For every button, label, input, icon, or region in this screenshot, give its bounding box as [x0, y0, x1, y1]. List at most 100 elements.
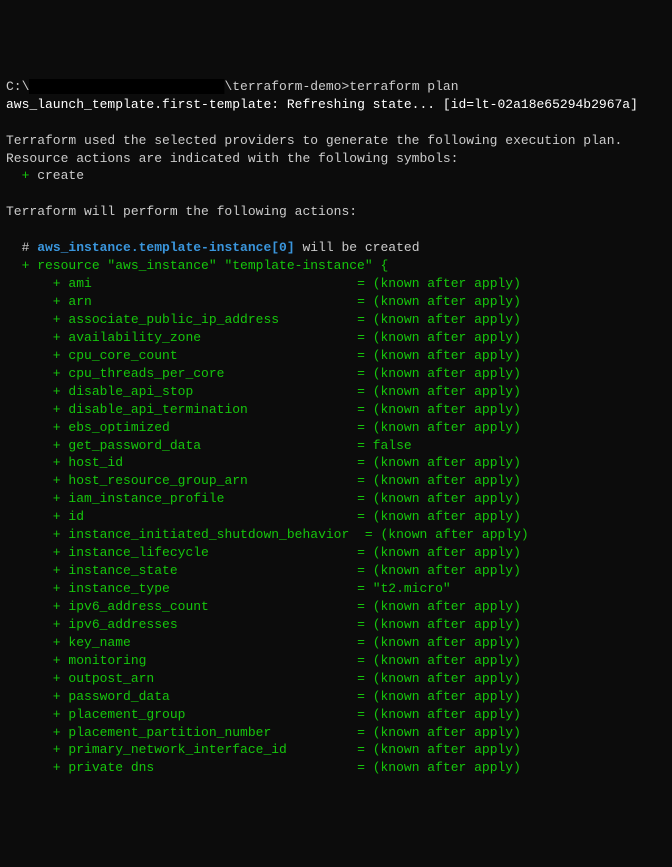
attribute-name: get_password_data: [68, 438, 349, 453]
plus-icon: +: [6, 402, 68, 417]
attribute-row: + instance_lifecycle = (known after appl…: [6, 544, 666, 562]
plus-icon: +: [6, 258, 29, 273]
attribute-value: (known after apply): [373, 599, 521, 614]
equals-sign: =: [349, 473, 372, 488]
equals-sign: =: [349, 455, 372, 470]
attribute-name: ipv6_address_count: [68, 599, 349, 614]
actions-header: Terraform will perform the following act…: [6, 203, 666, 221]
plus-icon: +: [6, 689, 68, 704]
attribute-value: (known after apply): [373, 725, 521, 740]
attribute-row: + availability_zone = (known after apply…: [6, 329, 666, 347]
attribute-row: + arn = (known after apply): [6, 293, 666, 311]
equals-sign: =: [349, 725, 372, 740]
plus-icon: +: [6, 563, 68, 578]
attribute-value: (known after apply): [373, 509, 521, 524]
attribute-row: + placement_group = (known after apply): [6, 706, 666, 724]
attribute-value: (known after apply): [373, 384, 521, 399]
attribute-row: + cpu_threads_per_core = (known after ap…: [6, 365, 666, 383]
attribute-row: + get_password_data = false: [6, 437, 666, 455]
resource-address: aws_instance.template-instance[0]: [37, 240, 294, 255]
attribute-row: + instance_initiated_shutdown_behavior =…: [6, 526, 666, 544]
attribute-value: "t2.micro": [373, 581, 451, 596]
attribute-name: cpu_threads_per_core: [68, 366, 349, 381]
attribute-row: + placement_partition_number = (known af…: [6, 724, 666, 742]
plus-icon: +: [6, 473, 68, 488]
equals-sign: =: [349, 742, 372, 757]
attribute-name: availability_zone: [68, 330, 349, 345]
refresh-resource: aws_launch_template.first-template: [6, 97, 271, 112]
attribute-value: (known after apply): [373, 366, 521, 381]
equals-sign: =: [349, 330, 372, 345]
equals-sign: =: [349, 760, 372, 775]
attribute-name: key_name: [68, 635, 349, 650]
attribute-name: iam_instance_profile: [68, 491, 349, 506]
attribute-value: (known after apply): [373, 689, 521, 704]
attribute-value: (known after apply): [373, 671, 521, 686]
attribute-value: (known after apply): [373, 617, 521, 632]
plus-icon: +: [6, 330, 68, 345]
redacted-path: █████████████████████████: [29, 79, 224, 94]
attribute-row: + ipv6_addresses = (known after apply): [6, 616, 666, 634]
equals-sign: =: [349, 402, 372, 417]
equals-sign: =: [349, 581, 372, 596]
legend-create: + create: [6, 167, 666, 185]
attribute-value: (known after apply): [373, 491, 521, 506]
attribute-name: cpu_core_count: [68, 348, 349, 363]
plus-icon: +: [6, 509, 68, 524]
equals-sign: =: [349, 653, 372, 668]
plus-icon: +: [6, 455, 68, 470]
attribute-row: + private dns = (known after apply): [6, 759, 666, 777]
equals-sign: =: [349, 420, 372, 435]
refresh-text: : Refreshing state... [id=lt-02a18e65294…: [271, 97, 638, 112]
attribute-name: outpost_arn: [68, 671, 349, 686]
attribute-name: placement_group: [68, 707, 349, 722]
attribute-row: + instance_state = (known after apply): [6, 562, 666, 580]
attribute-row: + ami = (known after apply): [6, 275, 666, 293]
refresh-state-line: aws_launch_template.first-template: Refr…: [6, 96, 666, 114]
attribute-name: instance_lifecycle: [68, 545, 349, 560]
attribute-value: (known after apply): [373, 545, 521, 560]
prompt-drive: C:\: [6, 79, 29, 94]
attribute-name: instance_state: [68, 563, 349, 578]
attribute-value: (known after apply): [373, 294, 521, 309]
equals-sign: =: [357, 527, 380, 542]
attribute-name: instance_initiated_shutdown_behavior: [68, 527, 357, 542]
attribute-value: (known after apply): [373, 330, 521, 345]
plus-icon: +: [6, 617, 68, 632]
prompt-path-suffix: \terraform-demo>: [224, 79, 349, 94]
attribute-row: + host_resource_group_arn = (known after…: [6, 472, 666, 490]
attribute-row: + outpost_arn = (known after apply): [6, 670, 666, 688]
resource-declaration: resource "aws_instance" "template-instan…: [29, 258, 388, 273]
attribute-value: (known after apply): [373, 760, 521, 775]
attribute-value: (known after apply): [373, 420, 521, 435]
attribute-row: + associate_public_ip_address = (known a…: [6, 311, 666, 329]
equals-sign: =: [349, 384, 372, 399]
plus-icon: +: [6, 599, 68, 614]
attribute-row: + cpu_core_count = (known after apply): [6, 347, 666, 365]
equals-sign: =: [349, 491, 372, 506]
command-text: terraform plan: [349, 79, 458, 94]
attribute-value: (known after apply): [373, 635, 521, 650]
equals-sign: =: [349, 671, 372, 686]
plus-icon: +: [6, 420, 68, 435]
plus-icon: +: [6, 760, 68, 775]
attribute-name: placement_partition_number: [68, 725, 349, 740]
attribute-name: disable_api_termination: [68, 402, 349, 417]
attribute-row: + ebs_optimized = (known after apply): [6, 419, 666, 437]
attribute-value: (known after apply): [380, 527, 528, 542]
plus-icon: +: [6, 707, 68, 722]
attribute-name: monitoring: [68, 653, 349, 668]
attribute-value: (known after apply): [373, 563, 521, 578]
plus-icon: +: [6, 384, 68, 399]
attribute-row: + monitoring = (known after apply): [6, 652, 666, 670]
attribute-value: (known after apply): [373, 653, 521, 668]
attribute-row: + key_name = (known after apply): [6, 634, 666, 652]
plus-icon: +: [6, 438, 68, 453]
plus-icon: +: [6, 366, 68, 381]
plus-icon: +: [6, 635, 68, 650]
attribute-name: id: [68, 509, 349, 524]
attribute-value: (known after apply): [373, 707, 521, 722]
attribute-name: host_id: [68, 455, 349, 470]
attribute-name: primary_network_interface_id: [68, 742, 349, 757]
attribute-name: disable_api_stop: [68, 384, 349, 399]
